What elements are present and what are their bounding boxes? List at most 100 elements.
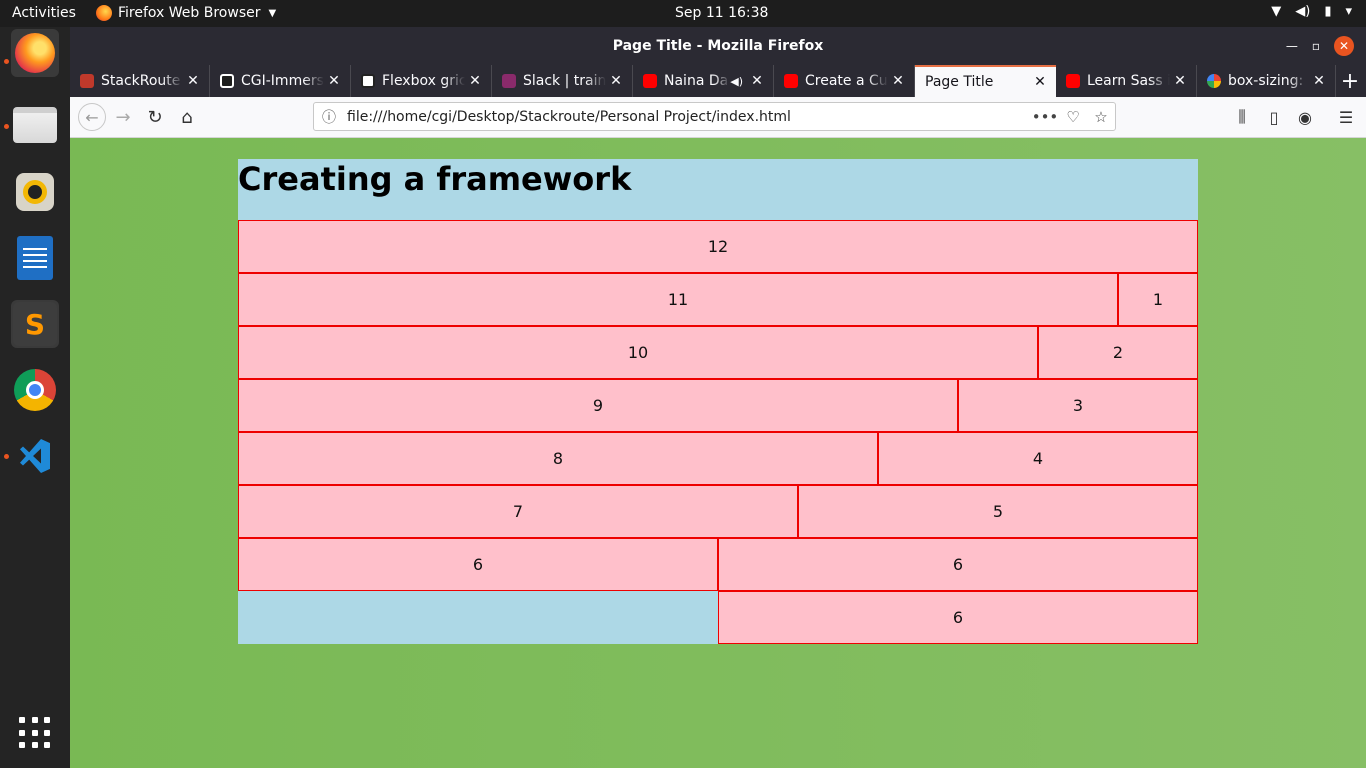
window-title: Page Title - Mozilla Firefox — [612, 38, 824, 54]
caret-down-icon: ▼ — [268, 7, 277, 19]
hamburger-menu-icon[interactable]: ☰ — [1334, 105, 1358, 129]
tab-label: box-sizing: i — [1228, 73, 1309, 89]
battery-icon: ▮ — [1324, 4, 1332, 19]
firefox-small-icon — [96, 5, 112, 21]
close-tab-icon[interactable]: ✕ — [1170, 73, 1190, 89]
tab-cgi-immersive[interactable]: CGI-Immersi ✕ — [210, 65, 351, 97]
power-menu-icon: ▾ — [1345, 4, 1352, 19]
youtube-favicon-icon — [784, 74, 798, 88]
tab-slack[interactable]: Slack | traini ✕ — [492, 65, 633, 97]
slack-favicon-icon — [502, 74, 516, 88]
grid-col: 7 — [238, 485, 798, 538]
dock-sublime[interactable]: S — [11, 300, 59, 348]
chrome-icon — [14, 369, 56, 411]
tab-box-sizing[interactable]: box-sizing: i ✕ — [1197, 65, 1336, 97]
google-favicon-icon — [1207, 74, 1221, 88]
close-tab-icon[interactable]: ✕ — [183, 73, 203, 89]
tab-label: Naina Da — [664, 73, 729, 89]
grid-col: 6 — [718, 591, 1198, 644]
grid-col: 1 — [1118, 273, 1198, 326]
tab-naina-da[interactable]: Naina Da ◀) ✕ — [633, 65, 774, 97]
back-arrow-icon[interactable]: ← — [78, 103, 106, 131]
grid-col: 11 — [238, 273, 1118, 326]
apps-grid-icon[interactable] — [19, 717, 51, 749]
files-icon — [13, 107, 57, 143]
speaker-icon[interactable]: ◀) — [730, 75, 743, 88]
vscode-icon — [14, 435, 56, 477]
minimize-icon[interactable]: — — [1286, 39, 1298, 53]
system-menu[interactable]: ▼ ◀) ▮ ▾ — [1271, 4, 1352, 19]
close-tab-icon[interactable]: ✕ — [1030, 74, 1050, 90]
app-menu-label: Firefox Web Browser — [118, 5, 261, 21]
grid-row-7-5: 7 5 — [238, 485, 1198, 538]
rhythmbox-icon — [16, 173, 54, 211]
close-tab-icon[interactable]: ✕ — [747, 73, 767, 89]
new-tab-icon[interactable]: + — [1336, 65, 1364, 97]
sublime-text-icon: S — [13, 302, 57, 346]
youtube-favicon-icon — [1066, 74, 1080, 88]
running-indicator — [4, 59, 9, 64]
maximize-icon[interactable]: ▫ — [1312, 39, 1320, 53]
sidebar-icon[interactable]: ▯ — [1262, 105, 1286, 129]
tab-label: Create a Cus — [805, 73, 888, 89]
grid-offset — [238, 591, 718, 644]
grid-col: 4 — [878, 432, 1198, 485]
close-tab-icon[interactable]: ✕ — [1309, 73, 1329, 89]
close-tab-icon[interactable]: ✕ — [888, 73, 908, 89]
grid-col: 2 — [1038, 326, 1198, 379]
tab-learn-sass[interactable]: Learn Sass i ✕ — [1056, 65, 1197, 97]
page-actions-icon[interactable]: ••• — [1031, 108, 1059, 126]
tab-flexbox-grid[interactable]: Flexbox gric ✕ — [351, 65, 492, 97]
grid-row-offset-6: 6 — [238, 591, 1198, 644]
forward-arrow-icon[interactable]: → — [111, 105, 135, 129]
url-text[interactable]: file:///home/cgi/Desktop/Stackroute/Pers… — [344, 109, 1031, 125]
running-indicator — [4, 124, 9, 129]
youtube-favicon-icon — [643, 74, 657, 88]
grid-col: 10 — [238, 326, 1038, 379]
top-bar: Activities Firefox Web Browser ▼ Sep 11 … — [0, 0, 1366, 27]
running-indicator — [4, 454, 9, 459]
info-icon[interactable]: ⓘ — [314, 107, 344, 127]
dock-firefox[interactable] — [11, 29, 59, 77]
stackroute-favicon-icon — [80, 74, 94, 88]
grid-col: 6 — [238, 538, 718, 591]
dock-files[interactable] — [11, 101, 59, 149]
grid-row-6-6: 6 6 — [238, 538, 1198, 591]
dock-chrome[interactable] — [11, 366, 59, 414]
tab-bar: StackRoute ✕ CGI-Immersi ✕ Flexbox gric … — [70, 65, 1366, 97]
dock-rhythmbox[interactable] — [11, 168, 59, 216]
codepen-favicon-icon — [361, 74, 375, 88]
title-bar: Page Title - Mozilla Firefox — ▫ ✕ — [70, 27, 1366, 65]
home-icon[interactable]: ⌂ — [175, 105, 199, 129]
dock-vscode[interactable] — [11, 432, 59, 480]
grid-row-11-1: 11 1 — [238, 273, 1198, 326]
writer-icon — [17, 236, 53, 280]
close-tab-icon[interactable]: ✕ — [606, 73, 626, 89]
pocket-icon[interactable]: ♡ — [1059, 108, 1087, 126]
close-tab-icon[interactable]: ✕ — [324, 73, 344, 89]
library-icon[interactable]: ⫼ — [1230, 105, 1254, 129]
grid-col: 8 — [238, 432, 878, 485]
app-menu[interactable]: Firefox Web Browser ▼ — [96, 5, 276, 21]
grid-col: 6 — [718, 538, 1198, 591]
bookmark-star-icon[interactable]: ☆ — [1087, 108, 1115, 126]
grid-row-10-2: 10 2 — [238, 326, 1198, 379]
grid-col: 12 — [238, 220, 1198, 273]
tab-label: Page Title — [925, 74, 994, 90]
account-icon[interactable]: ◉ — [1293, 105, 1317, 129]
url-bar[interactable]: ⓘ file:///home/cgi/Desktop/Stackroute/Pe… — [313, 102, 1116, 131]
tab-page-title[interactable]: Page Title ✕ — [915, 65, 1056, 97]
tab-stackroute[interactable]: StackRoute ✕ — [70, 65, 210, 97]
tab-label: CGI-Immersi — [241, 73, 324, 89]
reload-icon[interactable]: ↻ — [143, 105, 167, 129]
tab-label: Slack | traini — [523, 73, 606, 89]
clock[interactable]: Sep 11 16:38 — [675, 5, 768, 21]
close-tab-icon[interactable]: ✕ — [465, 73, 485, 89]
framework-container: Creating a framework 12 11 1 10 2 9 3 8 … — [238, 159, 1198, 644]
dock: S — [0, 27, 70, 768]
close-window-icon[interactable]: ✕ — [1334, 36, 1354, 56]
grid-col: 5 — [798, 485, 1198, 538]
tab-create-custom[interactable]: Create a Cus ✕ — [774, 65, 915, 97]
activities-button[interactable]: Activities — [12, 5, 76, 21]
dock-writer[interactable] — [11, 234, 59, 282]
